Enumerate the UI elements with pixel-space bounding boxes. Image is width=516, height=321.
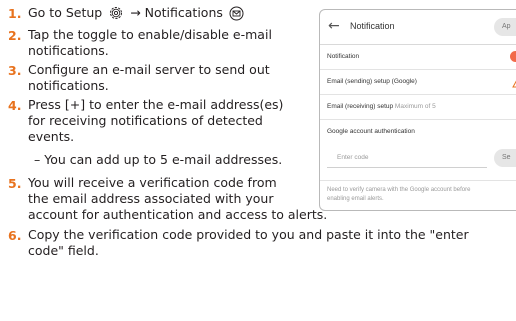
step-1-arrow: → [130, 5, 141, 20]
step-6-line-1: Copy the verification code provided to y… [28, 227, 469, 242]
notification-screen-mockup: ← Notification Ap Notification Email (se… [319, 9, 516, 211]
step-6-number: 6. [8, 228, 22, 243]
step-4-sub-note: – You can add up to 5 e-mail addresses. [34, 152, 283, 167]
email-receiving-title: Email (receiving) setup [327, 103, 394, 110]
step-3-line-2: notifications. [28, 78, 109, 93]
note-line-1: Need to verify camera with the Google ac… [327, 187, 471, 193]
step-4-line-1: Press [+] to enter the e-mail address(es… [28, 97, 284, 112]
google-auth-row: Google account authentication [320, 120, 516, 144]
email-sending-label: Email (sending) setup (Google) [327, 78, 417, 85]
step-5-line-1: You will receive a verification code fro… [28, 175, 277, 190]
note-line-2: enabling email alerts. [327, 196, 384, 202]
step-3-line-1: Configure an e-mail server to send out [28, 62, 270, 77]
phone-header: ← Notification Ap [320, 10, 516, 45]
back-arrow-icon[interactable]: ← [328, 18, 340, 34]
step-1-text-after: Notifications [144, 5, 223, 20]
step-2-number: 2. [8, 28, 22, 43]
step-2-line-2: notifications. [28, 43, 109, 58]
step-2-line-1: Tap the toggle to enable/disable e-mail [28, 27, 272, 42]
step-5-line-2: the email address associated with your [28, 191, 274, 206]
step-3-number: 3. [8, 63, 22, 78]
step-5-number: 5. [8, 176, 22, 191]
envelope-icon [229, 6, 244, 25]
google-auth-label: Google account authentication [327, 128, 415, 135]
gear-icon [108, 5, 124, 25]
step-4-number: 4. [8, 98, 22, 113]
step-1-text: Go to Setup → Notifications [28, 5, 246, 25]
verification-note: Need to verify camera with the Google ac… [320, 180, 516, 210]
step-5-line-3: account for authentication and access to… [28, 207, 328, 222]
step-1-number: 1. [8, 6, 22, 21]
notification-row: Notification [320, 45, 516, 70]
step-4-line-2: for receiving notifications of detected [28, 113, 263, 128]
warning-icon [512, 75, 516, 93]
phone-title: Notification [350, 21, 395, 31]
email-receiving-label: Email (receiving) setup Maximum of 5 [327, 103, 436, 110]
email-sending-row[interactable]: Email (sending) setup (Google) [320, 70, 516, 95]
notification-label: Notification [327, 53, 360, 60]
email-receiving-hint: Maximum of 5 [394, 103, 436, 110]
send-button[interactable]: Se [494, 149, 516, 167]
step-1-text-before: Go to Setup [28, 5, 103, 20]
code-placeholder: Enter code [337, 154, 369, 161]
notification-toggle[interactable] [510, 51, 516, 62]
code-input[interactable]: Enter code [327, 151, 487, 168]
step-4-line-3: events. [28, 129, 75, 144]
step-6-line-2: code" field. [28, 243, 99, 258]
apply-button[interactable]: Ap [494, 18, 516, 36]
email-receiving-row[interactable]: Email (receiving) setup Maximum of 5 — [320, 95, 516, 120]
